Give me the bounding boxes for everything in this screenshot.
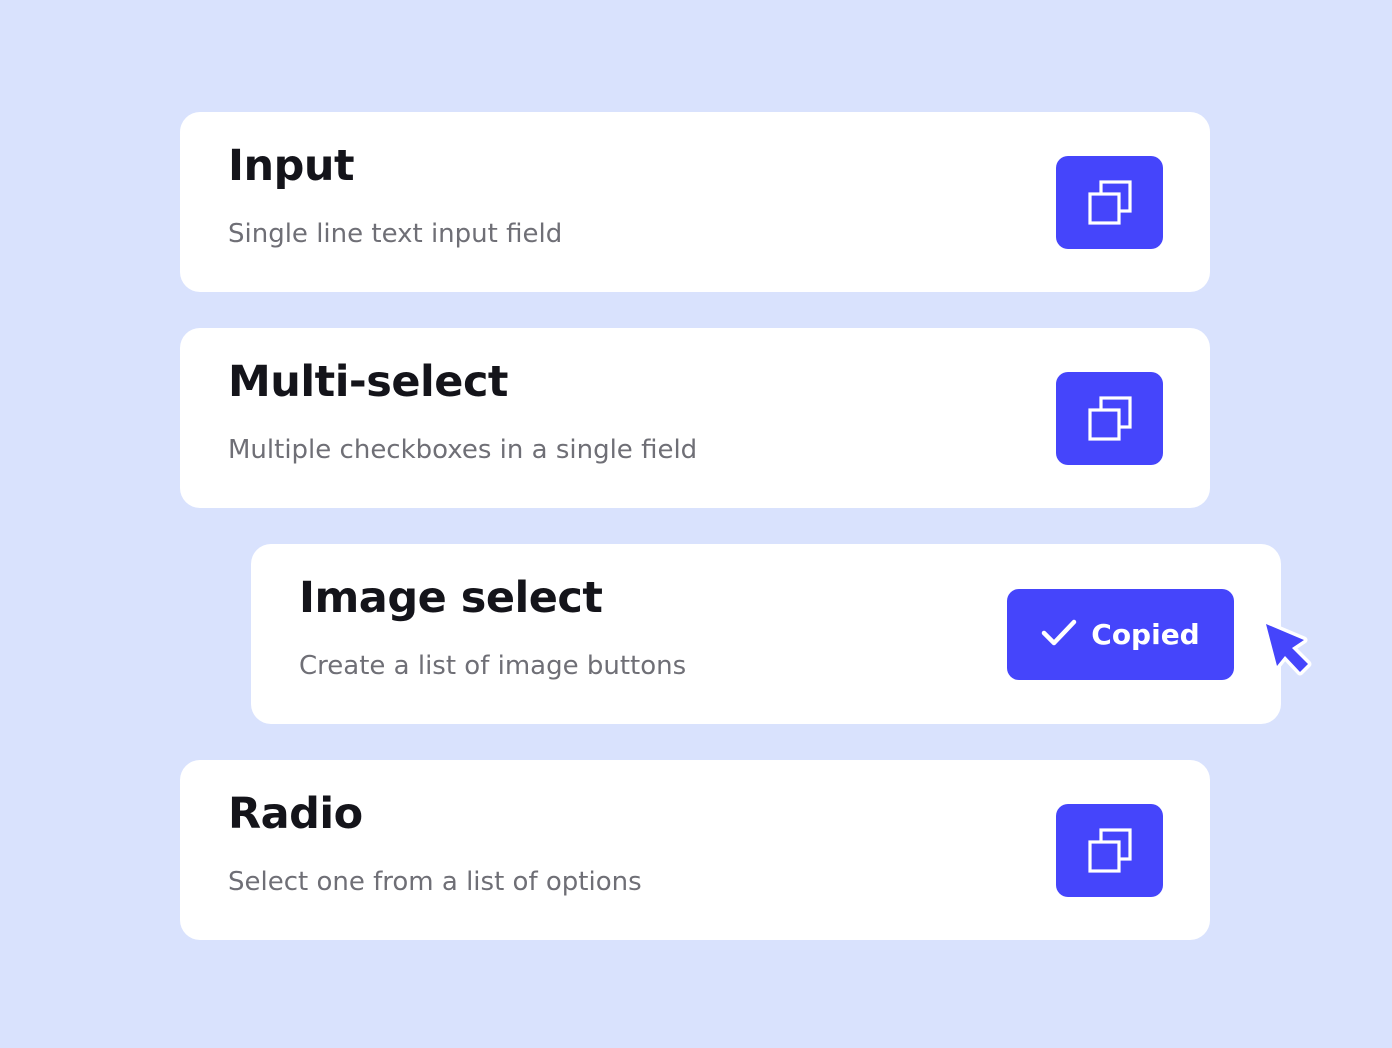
field-title: Multi-select [228, 357, 509, 407]
copied-button[interactable]: Copied [1007, 589, 1234, 680]
field-card-multi-select: Multi-select Multiple checkboxes in a si… [180, 328, 1210, 508]
field-description: Multiple checkboxes in a single field [228, 435, 698, 465]
field-description: Select one from a list of options [228, 867, 642, 897]
field-description: Create a list of image buttons [299, 651, 687, 681]
mouse-pointer-icon [1258, 616, 1318, 686]
field-title: Input [228, 141, 355, 191]
copy-button[interactable] [1056, 372, 1163, 465]
field-title: Image select [299, 573, 603, 623]
field-card-image-select: Image select Create a list of image butt… [251, 544, 1281, 724]
field-card-radio: Radio Select one from a list of options [180, 760, 1210, 940]
field-card-input: Input Single line text input field [180, 112, 1210, 292]
copied-label: Copied [1091, 617, 1200, 651]
checkmark-icon [1041, 618, 1077, 652]
copy-button[interactable] [1056, 804, 1163, 897]
field-description: Single line text input field [228, 219, 563, 249]
field-title: Radio [228, 789, 363, 839]
copy-icon [1086, 179, 1134, 227]
copy-icon [1086, 827, 1134, 875]
copy-button[interactable] [1056, 156, 1163, 249]
copy-icon [1086, 395, 1134, 443]
